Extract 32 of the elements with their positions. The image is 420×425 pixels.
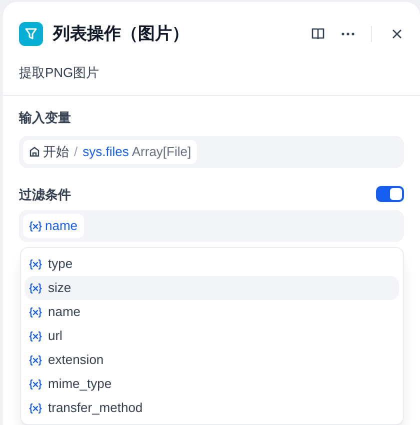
menu-item[interactable]: mime_type — [25, 372, 399, 396]
variable-icon — [29, 378, 42, 390]
menu-item[interactable]: name — [25, 300, 399, 324]
menu-item[interactable]: url — [25, 324, 399, 348]
node-description: 提取PNG图片 — [19, 64, 100, 82]
more-icon[interactable] — [341, 32, 355, 36]
close-icon[interactable] — [392, 28, 402, 39]
menu-item[interactable]: transfer_method — [25, 396, 399, 420]
menu-item[interactable]: extension — [25, 348, 399, 372]
variable-name: sys.files — [82, 142, 129, 161]
variable-icon — [29, 220, 42, 232]
menu-item[interactable]: type — [25, 252, 399, 276]
book-icon[interactable] — [311, 26, 325, 41]
node-name: 开始 — [43, 142, 69, 161]
variable-icon — [29, 330, 42, 342]
variable-icon — [29, 306, 42, 318]
variable-name: name — [45, 217, 78, 236]
section-label: 输入变量 — [19, 109, 72, 127]
variable-icon — [29, 402, 42, 414]
variable-icon — [29, 282, 42, 294]
path-separator: / — [74, 142, 78, 161]
variable-type: Array[File] — [132, 142, 192, 161]
home-icon — [29, 146, 40, 157]
menu-item[interactable]: size — [25, 276, 399, 300]
section-label: 过滤条件 — [19, 186, 71, 204]
variable-icon — [29, 258, 42, 270]
window-title: 列表操作（图片） — [53, 23, 189, 45]
toggle-switch[interactable] — [376, 186, 404, 202]
filter-icon — [19, 22, 43, 46]
variable-icon — [29, 354, 42, 366]
condition-field[interactable]: name — [19, 210, 404, 242]
variable-field[interactable]: 开始 / sys.files Array[File] — [19, 136, 404, 168]
